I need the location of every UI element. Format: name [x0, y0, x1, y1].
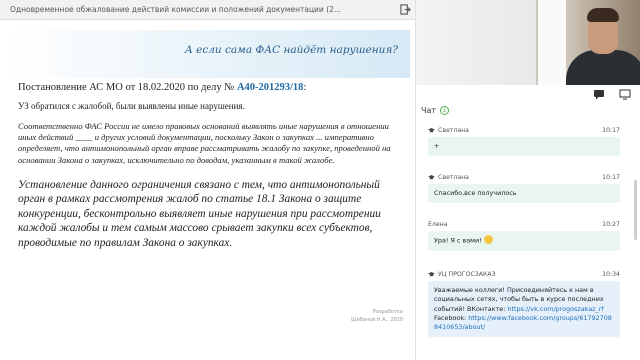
chat-message: УЦ ПРОГОСЗАКАЗ 10:34 Уважаемые коллеги! … [428, 269, 620, 338]
screen-icon[interactable] [619, 85, 631, 104]
message-author: Елена [428, 220, 448, 228]
message-text: Ура! Я с вами! [434, 236, 482, 245]
presentation-area: Одновременное обжалование действий комис… [0, 0, 415, 360]
chat-label: Чат [421, 106, 437, 115]
side-panel: Чат ↓ Светлана 10:17 + Светлана 10:17 Сп… [415, 0, 640, 360]
panel-toolbar [416, 85, 640, 103]
case-number-link[interactable]: А40-201293/18 [237, 82, 304, 93]
slide: А если сама ФАС найдёт нарушения? Постан… [0, 20, 415, 360]
message-text-wrap: Ура! Я с вами! [428, 231, 620, 251]
chat-message: Светлана 10:17 + [428, 125, 620, 157]
graduation-cap-icon [428, 174, 435, 180]
slide-conclusion: Установление данного ограничения связано… [18, 178, 381, 249]
message-author: УЦ ПРОГОСЗАКАЗ [438, 270, 496, 278]
credit-line-2: Шибанов Н.А., 2020 [351, 316, 403, 323]
vk-link[interactable]: https://vk.com/progoszakaz_rf [507, 305, 603, 313]
ruling-suffix: : [303, 82, 307, 93]
message-time: 10:34 [602, 270, 620, 278]
ruling-reference: Постановление АС МО от 18.02.2020 по дел… [18, 82, 393, 93]
slide-credit: Разработка Шибанов Н.А., 2020 [351, 309, 403, 324]
slide-header: А если сама ФАС найдёт нарушения? [6, 30, 410, 78]
chat-scrollbar[interactable] [634, 180, 637, 240]
window-title: Одновременное обжалование действий комис… [10, 5, 342, 14]
message-text-mid: Facebook: [434, 313, 469, 322]
message-author: Светлана [438, 126, 469, 134]
chat-header: Чат ↓ [421, 106, 450, 115]
message-time: 10:27 [602, 220, 620, 228]
webcam-video [416, 0, 640, 85]
message-author: Светлана [438, 173, 469, 181]
chat-bubble-icon[interactable] [593, 85, 605, 104]
graduation-cap-icon [428, 127, 435, 133]
slide-title: А если сама ФАС найдёт нарушения? [184, 44, 398, 56]
exit-icon[interactable] [395, 0, 415, 20]
message-text: Спасибо,все получилось [428, 184, 620, 204]
graduation-cap-icon [428, 271, 435, 277]
download-icon[interactable]: ↓ [440, 106, 450, 115]
message-text: + [428, 137, 620, 157]
chat-message: Елена 10:27 Ура! Я с вами! [428, 219, 620, 251]
smile-emoji-icon [483, 235, 493, 244]
chat-message: Светлана 10:17 Спасибо,все получилось [428, 172, 620, 204]
slide-quote: Соответственно ФАС России не имело право… [18, 121, 391, 165]
message-time: 10:17 [602, 126, 620, 134]
credit-line-1: Разработка [372, 309, 403, 315]
message-time: 10:17 [602, 173, 620, 181]
slide-statement: УЗ обратился с жалобой, были выявлены ин… [18, 101, 245, 111]
message-text-wrap: Уважаемые коллеги! Присоединяйтесь к нам… [428, 281, 620, 338]
slide-body: Постановление АС МО от 18.02.2020 по дел… [18, 82, 393, 250]
ruling-prefix: Постановление АС МО от 18.02.2020 по дел… [18, 82, 237, 93]
title-bar: Одновременное обжалование действий комис… [0, 0, 415, 20]
